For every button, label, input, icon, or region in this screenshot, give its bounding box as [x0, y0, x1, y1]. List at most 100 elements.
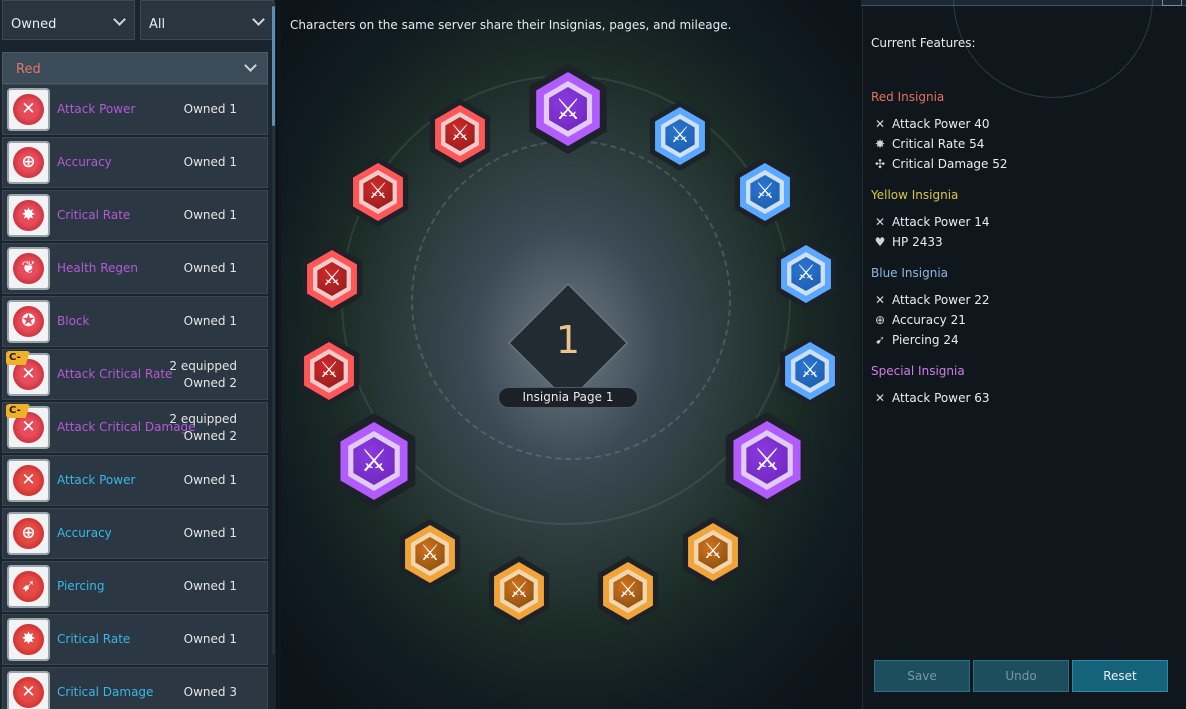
feature-item: ♥ HP 2433 — [873, 235, 943, 249]
crossed-swords-icon: ⚔ — [755, 179, 775, 204]
stat-icon: ➹ — [874, 333, 886, 347]
list-item[interactable]: ✕ Attack Power Owned 1 — [2, 455, 268, 506]
feature-item: ✕ Attack Power 14 — [873, 215, 990, 229]
crossed-swords-icon: ⚔ — [420, 541, 440, 566]
feature-text: Critical Rate 54 — [892, 137, 985, 151]
stat-icon: ⊕ — [874, 313, 886, 327]
list-item[interactable]: ⊕ Accuracy Owned 1 — [2, 137, 268, 188]
owned-count: Owned 1 — [183, 314, 237, 328]
equipped-count: 2 equipped — [169, 359, 237, 373]
owned-count: Owned 2 — [183, 376, 237, 390]
crossed-swords-icon: ⚔ — [796, 261, 816, 286]
list-item[interactable]: ✕ C- Attack Critical Damage 2 equipped Owned… — [2, 402, 268, 453]
insignia-name: Critical Rate — [57, 632, 131, 646]
insignia-icon: ➹ — [7, 565, 50, 608]
crossed-swords-icon: ⚔ — [360, 443, 388, 479]
insignia-glyph-icon: ❦ — [13, 253, 44, 284]
stat-icon: ♥ — [874, 235, 886, 249]
insignia-icon: ✕ — [7, 459, 50, 502]
insignia-glyph-icon: ✕ — [13, 94, 44, 125]
stat-icon: ✣ — [874, 157, 886, 171]
feature-section-title: Yellow Insignia — [871, 188, 959, 202]
insignia-name: Critical Damage — [57, 685, 154, 699]
insignia-icon: ✪ — [7, 300, 50, 343]
crossed-swords-icon: ⚔ — [509, 578, 529, 603]
list-item[interactable]: ✪ Block Owned 1 — [2, 296, 268, 347]
list-item[interactable]: ✕ Critical Damage Owned 3 — [2, 667, 268, 709]
owned-count: Owned 2 — [183, 429, 237, 443]
reset-button[interactable]: Reset — [1072, 660, 1168, 692]
list-item[interactable]: ⊕ Accuracy Owned 1 — [2, 508, 268, 559]
feature-item: ✕ Attack Power 22 — [873, 293, 990, 307]
crossed-swords-icon: ⚔ — [368, 179, 388, 204]
crossed-swords-icon: ⚔ — [800, 358, 820, 383]
insignia-slot-yellow[interactable]: ⚔ — [399, 519, 461, 589]
insignia-glyph-icon: ✪ — [13, 306, 44, 337]
insignia-icon: ✕ — [7, 671, 50, 709]
insignia-name: Block — [57, 314, 90, 328]
insignia-icon: ✸ — [7, 618, 50, 661]
insignia-name: Critical Rate — [57, 208, 131, 222]
insignia-board: Characters on the same server share thei… — [281, 0, 861, 709]
type-filter-dropdown[interactable]: All — [140, 0, 274, 40]
feature-text: HP 2433 — [892, 235, 943, 249]
list-item[interactable]: ✸ Critical Rate Owned 1 — [2, 614, 268, 665]
stat-icon: ✕ — [874, 293, 886, 307]
crossed-swords-icon: ⚔ — [753, 442, 781, 478]
insignia-icon: ❦ — [7, 247, 50, 290]
save-button[interactable]: Save — [874, 660, 970, 692]
list-item[interactable]: ✸ Critical Rate Owned 1 — [2, 190, 268, 241]
insignia-slot-yellow[interactable]: ⚔ — [597, 556, 659, 626]
list-item[interactable]: ✕ Attack Power Owned 1 — [2, 84, 268, 135]
feature-text: Critical Damage 52 — [892, 157, 1008, 171]
feature-text: Attack Power 40 — [892, 117, 990, 131]
type-filter-label: All — [149, 17, 166, 32]
owned-count: Owned 1 — [183, 579, 237, 593]
feature-item: ⊕ Accuracy 21 — [873, 313, 966, 327]
group-header-red[interactable]: Red — [2, 52, 268, 84]
feature-item: ✣ Critical Damage 52 — [873, 157, 1008, 171]
chevron-down-icon — [252, 13, 265, 26]
insignia-name: Attack Power — [57, 473, 136, 487]
feature-text: Attack Power 14 — [892, 215, 990, 229]
feature-item: ✕ Attack Power 40 — [873, 117, 990, 131]
crossed-swords-icon: ⚔ — [555, 92, 581, 126]
features-panel: Current Features: Red Insignia ✕ Attack Po… — [862, 0, 1186, 709]
decor-circle — [953, 0, 1153, 98]
insignia-slot-yellow[interactable]: ⚔ — [682, 517, 744, 587]
insignia-name: Accuracy — [57, 155, 112, 169]
owned-filter-label: Owned — [11, 17, 57, 32]
insignia-icon: ⊕ — [7, 512, 50, 555]
insignia-glyph-icon: ⊕ — [13, 147, 44, 178]
feature-text: Attack Power 63 — [892, 391, 990, 405]
insignia-list[interactable]: Red ✕ Attack Power Owned 1 ⊕ Accuracy Owned 1… — [0, 50, 277, 709]
insignia-glyph-icon: ✕ — [13, 465, 44, 496]
list-item[interactable]: ➹ Piercing Owned 1 — [2, 561, 268, 612]
insignia-glyph-icon: ✸ — [13, 200, 44, 231]
chevron-down-icon — [113, 13, 126, 26]
owned-filter-dropdown[interactable]: Owned — [2, 0, 135, 40]
insignia-icon: ✕ — [7, 88, 50, 131]
stat-icon: ✕ — [874, 117, 886, 131]
crossed-swords-icon: ⚔ — [322, 266, 342, 291]
list-item[interactable]: ✕ C- Attack Critical Rate 2 equipped Owned 2 — [2, 349, 268, 400]
equipped-count: 2 equipped — [169, 412, 237, 426]
owned-count: Owned 1 — [183, 208, 237, 222]
insignia-glyph-icon: ✕ — [13, 677, 44, 708]
list-scrollbar-thumb[interactable] — [272, 6, 275, 126]
page-selector[interactable]: Insignia Page 1 — [498, 387, 638, 408]
insignia-glyph-icon: ✸ — [13, 624, 44, 655]
owned-count: Owned 1 — [183, 102, 237, 116]
owned-count: Owned 1 — [183, 155, 237, 169]
undo-button[interactable]: Undo — [973, 660, 1069, 692]
insignia-slot-yellow[interactable]: ⚔ — [488, 556, 550, 626]
owned-count: Owned 1 — [183, 473, 237, 487]
window-control[interactable] — [1162, 0, 1182, 6]
stat-icon: ✸ — [874, 137, 886, 151]
insignia-glyph-icon: ➹ — [13, 571, 44, 602]
owned-count: Owned 3 — [183, 685, 237, 699]
insignia-window: Owned All Red ✕ Attack Power Owned 1 ⊕ Accur… — [0, 0, 1186, 709]
list-item[interactable]: ❦ Health Regen Owned 1 — [2, 243, 268, 294]
feature-item: ➹ Piercing 24 — [873, 333, 959, 347]
feature-section-title: Red Insignia — [871, 90, 945, 104]
